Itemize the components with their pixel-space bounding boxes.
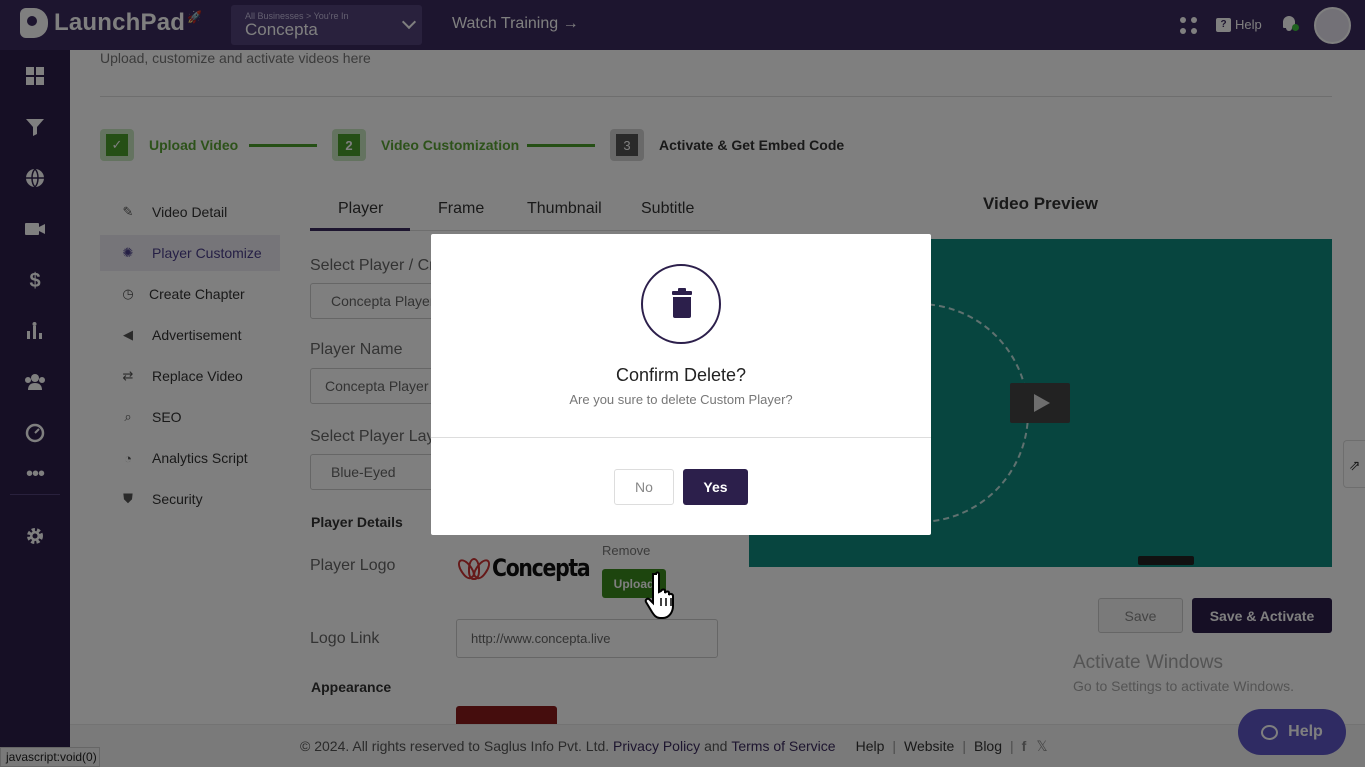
confirm-delete-dialog: Confirm Delete? Are you sure to delete C…: [431, 234, 931, 535]
dialog-divider: [431, 437, 931, 438]
trash-icon: [641, 264, 721, 344]
yes-button[interactable]: Yes: [683, 469, 748, 505]
dialog-message: Are you sure to delete Custom Player?: [569, 392, 793, 407]
no-button[interactable]: No: [614, 469, 674, 505]
dialog-title: Confirm Delete?: [615, 365, 747, 385]
hand-cursor-icon: [644, 571, 674, 619]
